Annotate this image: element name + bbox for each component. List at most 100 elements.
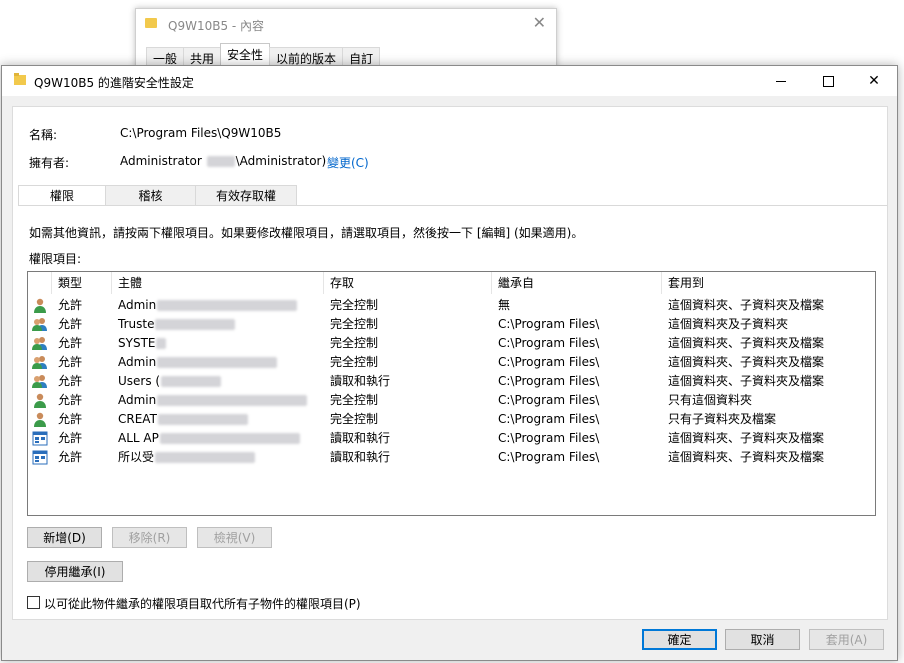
group-icon: [32, 317, 48, 332]
cell-applies: 只有子資料夾及檔案: [662, 410, 875, 429]
dialog-title: Q9W10B5 的進階安全性設定: [34, 76, 194, 90]
table-row[interactable]: 允許 SYSTE 完全控制 C:\Program Files\ 這個資料夾、子資料夾及檔…: [28, 334, 875, 353]
ok-button[interactable]: 確定: [642, 629, 717, 650]
list-header: 類型 主體 存取 繼承自 套用到: [28, 272, 875, 294]
header-inherited-from[interactable]: 繼承自: [492, 272, 662, 294]
replace-child-permissions-checkbox[interactable]: [27, 596, 40, 609]
entries-label: 權限項目:: [29, 252, 82, 266]
cell-inherited: C:\Program Files\: [492, 353, 662, 372]
cell-type: 允許: [52, 448, 112, 467]
view-button[interactable]: 檢視(V): [197, 527, 272, 548]
table-row[interactable]: 允許 Users (讀取和執行 C:\Program Files\ 這個資料夾、子資料…: [28, 372, 875, 391]
close-button[interactable]: ✕: [851, 66, 897, 96]
bg-tab-customize[interactable]: 自訂: [342, 47, 381, 66]
cell-text: 讀取和執行: [330, 374, 391, 388]
cell-text: 讀取和執行: [330, 431, 391, 445]
bg-tab-previous-versions[interactable]: 以前的版本: [269, 47, 344, 66]
table-row[interactable]: 允許 Admin 完全控制 無 這個資料夾、子資料夾及檔案: [28, 296, 875, 315]
table-row[interactable]: 允許 所以受 讀取和執行 C:\Program Files\ 這個資料夾、子資料夾及檔案: [28, 448, 875, 467]
owner-value-prefix: Administrator: [120, 154, 202, 168]
header-icon-column: [28, 272, 52, 294]
table-row[interactable]: 允許 Truste 完全控制 C:\Program Files\ 這個資料夾及子資料夾: [28, 315, 875, 334]
close-icon[interactable]: ✕: [533, 13, 546, 32]
cancel-button[interactable]: 取消: [725, 629, 800, 650]
cell-principal: SYSTE: [112, 334, 324, 353]
advanced-security-dialog: Q9W10B5 的進階安全性設定 ✕ 名稱: C:\Program Files\…: [1, 65, 898, 661]
cell-text: 完全控制: [330, 412, 379, 426]
cell-type: 允許: [52, 372, 112, 391]
cell-text: 無: [498, 298, 511, 312]
folder-icon: [145, 18, 157, 28]
cell-text: SYSTE: [118, 336, 156, 350]
cell-access: 完全控制: [324, 315, 492, 334]
cell-type: 允許: [52, 315, 112, 334]
table-row[interactable]: 允許 ALL AP 讀取和執行 C:\Program Files\ 這個資料夾、子資料夾…: [28, 429, 875, 448]
add-button[interactable]: 新增(D): [27, 527, 102, 548]
group-icon: [32, 336, 48, 351]
cell-text: Admin: [118, 355, 157, 369]
permission-entries-list[interactable]: 類型 主體 存取 繼承自 套用到 允許 Admin 完全控制無這個資料夾、子資料夾及…: [27, 271, 876, 516]
cell-text: 允許: [58, 336, 83, 350]
cell-text: C:\Program Files\: [498, 412, 600, 426]
folder-icon: [14, 73, 26, 85]
bg-tab-security[interactable]: 安全性: [220, 43, 271, 65]
cell-text: C:\Program Files\: [498, 450, 600, 464]
tab-permissions[interactable]: 權限: [18, 185, 106, 206]
cell-type: 允許: [52, 429, 112, 448]
cell-text: 完全控制: [330, 393, 379, 407]
cell-type: 允許: [52, 296, 112, 315]
cell-text: 允許: [58, 355, 83, 369]
background-window-title: Q9W10B5 - 內容: [168, 19, 265, 33]
header-principal[interactable]: 主體: [112, 272, 324, 294]
redacted-text: [157, 395, 308, 406]
close-icon: ✕: [868, 73, 880, 89]
cell-principal: Admin: [112, 296, 324, 315]
cell-text: C:\Program Files\: [498, 374, 600, 388]
owner-label: 擁有者:: [29, 156, 70, 170]
cell-text: 允許: [58, 450, 83, 464]
cell-text: 允許: [58, 317, 83, 331]
owner-value: Administrator \Administrator): [120, 154, 326, 168]
table-row[interactable]: 允許 Admin 完全控制 C:\Program Files\ 這個資料夾、子資料夾及檔…: [28, 353, 875, 372]
cell-access: 完全控制: [324, 410, 492, 429]
cell-applies: 這個資料夾、子資料夾及檔案: [662, 296, 875, 315]
cell-principal: 所以受: [112, 448, 324, 467]
cell-text: 這個資料夾、子資料夾及檔案: [668, 298, 825, 312]
cell-inherited: C:\Program Files\: [492, 429, 662, 448]
tab-effective-access[interactable]: 有效存取權: [195, 185, 297, 206]
user-icon: [32, 298, 48, 313]
group-icon: [32, 374, 48, 389]
bg-tab-general[interactable]: 一般: [146, 47, 185, 66]
bg-tab-sharing[interactable]: 共用: [183, 47, 222, 66]
redacted-text: [157, 300, 298, 311]
table-row[interactable]: 允許 Admin 完全控制 C:\Program Files\ 只有這個資料夾: [28, 391, 875, 410]
cell-access: 讀取和執行: [324, 448, 492, 467]
replace-child-permissions-label[interactable]: 以可從此物件繼承的權限項目取代所有子物件的權限項目(P): [44, 595, 361, 612]
header-applies-to[interactable]: 套用到: [662, 272, 875, 294]
cell-inherited: C:\Program Files\: [492, 315, 662, 334]
redacted-text: [155, 452, 256, 463]
cell-access: 完全控制: [324, 391, 492, 410]
cell-text: 完全控制: [330, 355, 379, 369]
remove-button[interactable]: 移除(R): [112, 527, 187, 548]
apply-button[interactable]: 套用(A): [809, 629, 884, 650]
maximize-button[interactable]: [805, 66, 851, 96]
cell-access: 完全控制: [324, 353, 492, 372]
cell-text: 只有子資料夾及檔案: [668, 412, 777, 426]
cell-inherited: 無: [492, 296, 662, 315]
cell-text: 這個資料夾、子資料夾及檔案: [668, 355, 825, 369]
header-access[interactable]: 存取: [324, 272, 492, 294]
table-row[interactable]: 允許 CREAT 完全控制 C:\Program Files\ 只有子資料夾及檔案: [28, 410, 875, 429]
cell-text: 這個資料夾、子資料夾及檔案: [668, 431, 825, 445]
tab-auditing[interactable]: 稽核: [105, 185, 196, 206]
cell-type: 允許: [52, 334, 112, 353]
header-type[interactable]: 類型: [52, 272, 112, 294]
disable-inheritance-button[interactable]: 停用繼承(I): [27, 561, 123, 582]
cell-text: C:\Program Files\: [498, 317, 600, 331]
cell-type: 允許: [52, 391, 112, 410]
cell-text: 這個資料夾、子資料夾及檔案: [668, 450, 825, 464]
cell-text: 允許: [58, 412, 83, 426]
minimize-button[interactable]: [758, 66, 804, 96]
change-owner-link[interactable]: 變更(C): [327, 154, 369, 171]
cell-type: 允許: [52, 410, 112, 429]
